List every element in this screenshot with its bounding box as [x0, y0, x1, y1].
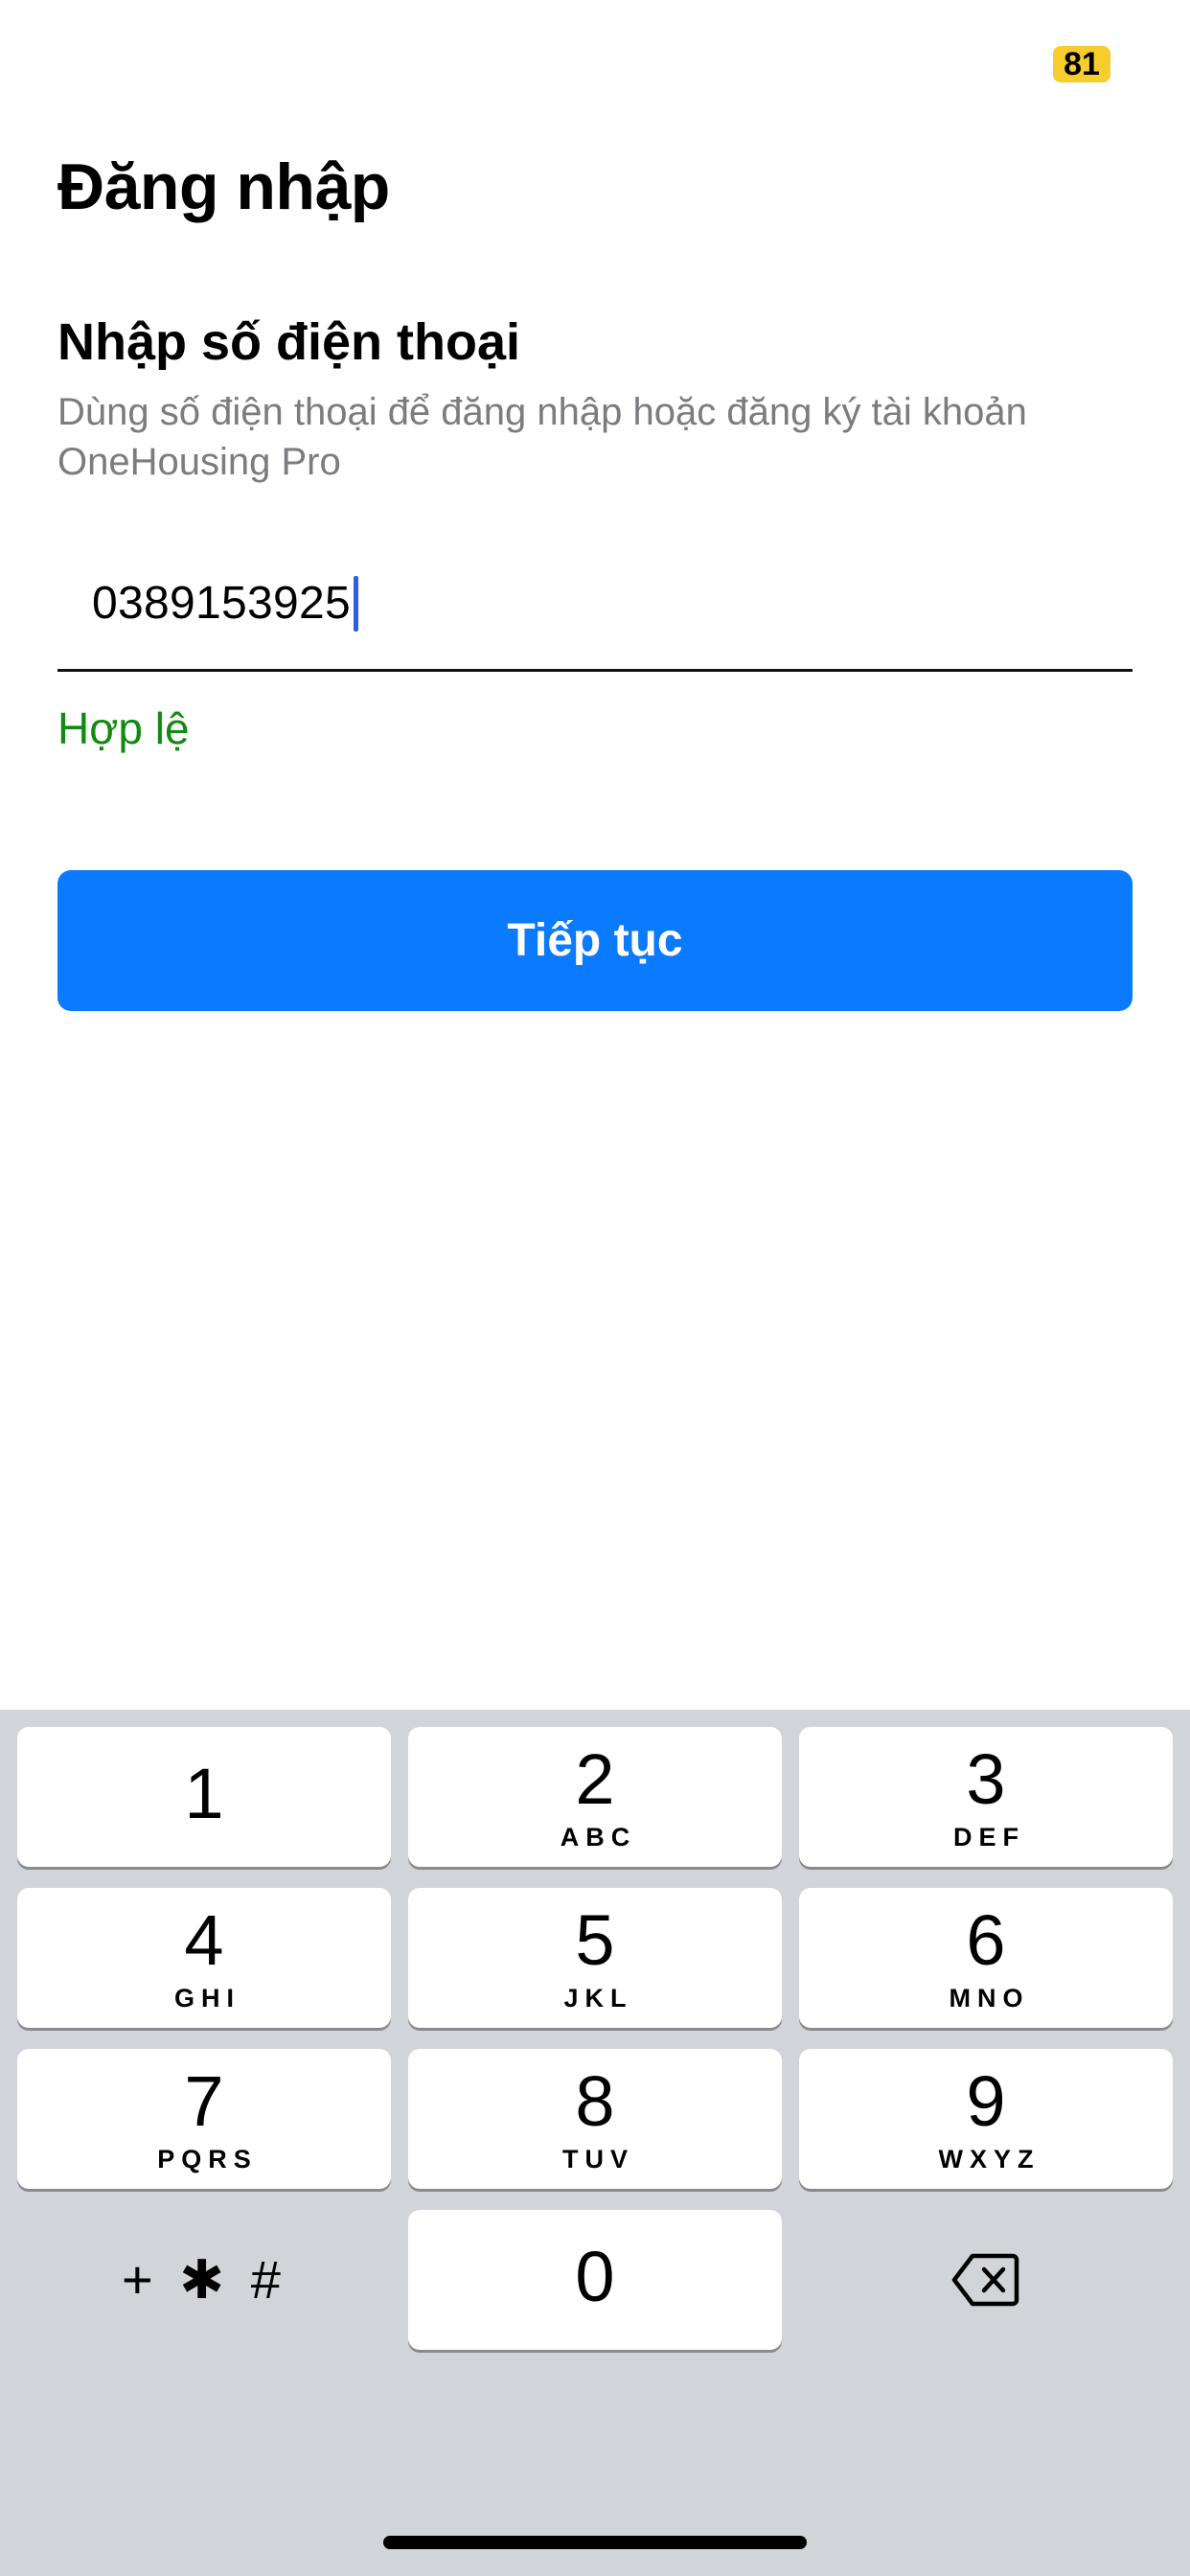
symbols-label: + ✱ #: [122, 2249, 286, 2310]
key-letters: WXYZ: [938, 2145, 1041, 2174]
key-letters: GHI: [173, 1984, 240, 2012]
delete-key[interactable]: [799, 2210, 1173, 2350]
key-digit: 6: [966, 1900, 1006, 1980]
battery-level-badge: 81: [1053, 46, 1110, 82]
key-3[interactable]: 3 DEF: [799, 1727, 1173, 1867]
key-letters: PQRS: [157, 2145, 258, 2174]
key-digit: 4: [184, 1900, 224, 1980]
numeric-keypad: 1 2 ABC 3 DEF 4 GHI 5 JKL 6 MNO 7 PQRS 8…: [0, 1710, 1190, 2576]
key-digit: 7: [184, 2061, 224, 2141]
section-subtitle: Dùng số điện thoại để đăng nhập hoặc đăn…: [57, 391, 1027, 483]
key-digit: 1: [184, 1754, 224, 1833]
key-digit: 9: [966, 2061, 1006, 2141]
key-9[interactable]: 9 WXYZ: [799, 2049, 1173, 2189]
phone-number-input[interactable]: 0389153925: [92, 565, 358, 642]
key-2[interactable]: 2 ABC: [408, 1727, 782, 1867]
text-cursor: [353, 576, 358, 632]
validation-status: Hợp lệ: [57, 703, 190, 753]
key-letters: JKL: [563, 1984, 633, 2012]
key-0[interactable]: 0: [408, 2210, 782, 2350]
home-indicator: [383, 2536, 807, 2549]
key-letters: DEF: [953, 1823, 1025, 1852]
key-letters: ABC: [560, 1823, 637, 1852]
key-digit: 5: [575, 1900, 615, 1980]
key-letters: TUV: [562, 2145, 634, 2174]
key-7[interactable]: 7 PQRS: [17, 2049, 391, 2189]
continue-button[interactable]: Tiếp tục: [57, 870, 1133, 1011]
backspace-icon: [951, 2253, 1019, 2307]
key-digit: 8: [575, 2061, 615, 2141]
key-4[interactable]: 4 GHI: [17, 1888, 391, 2028]
key-1[interactable]: 1: [17, 1727, 391, 1867]
key-6[interactable]: 6 MNO: [799, 1888, 1173, 2028]
key-letters: MNO: [949, 1984, 1030, 2012]
key-5[interactable]: 5 JKL: [408, 1888, 782, 2028]
page-title: Đăng nhập: [57, 150, 390, 223]
key-digit: 2: [575, 1739, 615, 1819]
section-title: Nhập số điện thoại: [57, 313, 521, 371]
key-8[interactable]: 8 TUV: [408, 2049, 782, 2189]
phone-number-field[interactable]: 0389153925: [57, 565, 1133, 672]
symbols-key[interactable]: + ✱ #: [17, 2210, 391, 2350]
key-digit: 0: [575, 2237, 615, 2316]
key-digit: 3: [966, 1739, 1006, 1819]
phone-number-value: 0389153925: [92, 578, 351, 629]
